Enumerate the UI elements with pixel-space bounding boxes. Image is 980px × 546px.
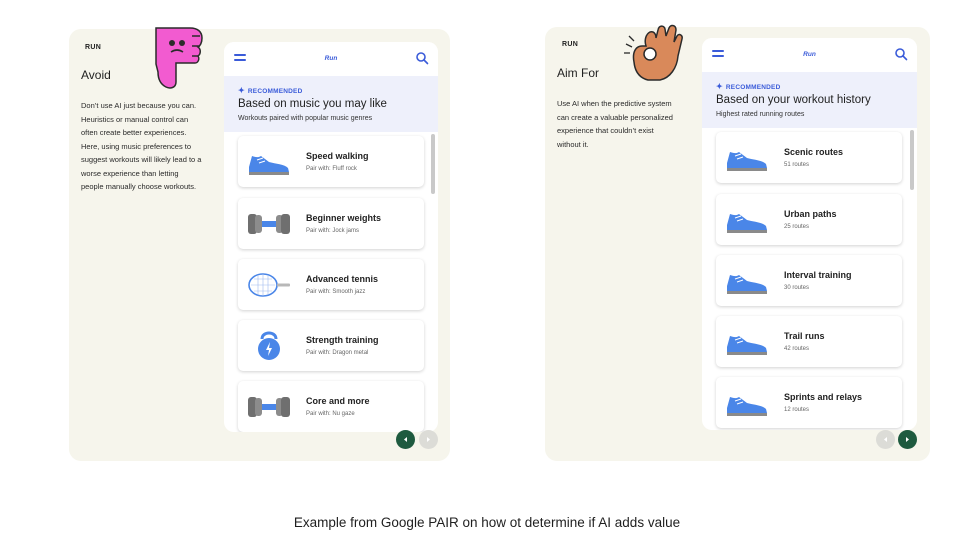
recommended-label: ✦ RECOMMENDED xyxy=(238,86,302,95)
thumbs-down-sticker-icon xyxy=(140,18,210,89)
shoe-icon xyxy=(727,336,767,355)
description-line: Heuristics or manual control can xyxy=(81,114,189,124)
dumbbell-icon xyxy=(248,397,290,417)
card-description: Use AI when the predictive system can cr… xyxy=(557,97,697,151)
item-subtitle: 25 routes xyxy=(784,224,810,230)
item-name: Trail runs xyxy=(784,331,825,341)
recommended-text: RECOMMENDED xyxy=(725,84,781,91)
card-description: Don’t use AI just because you can. Heuri… xyxy=(81,99,221,194)
item-subtitle: Pair with: Nu gaze xyxy=(306,411,355,417)
shoe-icon xyxy=(727,214,767,233)
description-line: can create a valuable personalized xyxy=(557,112,673,122)
card-tag: RUN xyxy=(562,41,579,48)
list-item[interactable]: Urban paths 25 routes xyxy=(716,194,902,245)
search-icon[interactable] xyxy=(415,51,429,65)
item-name: Advanced tennis xyxy=(306,274,379,284)
description-line: suggest workouts will likely lead to a xyxy=(81,155,202,164)
recommended-text: RECOMMENDED xyxy=(247,88,303,95)
app-bar: Run xyxy=(224,42,438,76)
list-item[interactable]: Core and more Pair with: Nu gaze xyxy=(238,381,424,432)
shoe-icon xyxy=(727,275,767,294)
description-line: worse experience than letting xyxy=(81,168,179,178)
item-name: Core and more xyxy=(306,396,370,406)
list-item[interactable]: Advanced tennis Pair with: Smooth jazz xyxy=(238,259,424,310)
description-line: Don’t use AI just because you can. xyxy=(81,101,197,110)
item-name: Sprints and relays xyxy=(784,392,863,402)
phone-mockup: Run ✦ RECOMMENDED Based on your workout h… xyxy=(702,38,917,430)
list-item[interactable]: Beginner weights Pair with: Jock jams xyxy=(238,198,424,249)
item-name: Interval training xyxy=(784,270,852,280)
scrollbar[interactable] xyxy=(431,134,435,194)
sparkle-icon: ✦ xyxy=(238,86,245,95)
next-page-button[interactable] xyxy=(419,430,438,449)
kettlebell-icon xyxy=(258,331,280,360)
caption: Example from Google PAIR on how ot deter… xyxy=(293,515,681,530)
recommended-label: ✦ RECOMMENDED xyxy=(716,82,780,91)
item-subtitle: 30 routes xyxy=(784,285,810,291)
scrollbar[interactable] xyxy=(910,130,914,190)
phone-mockup: Run ✦ RECOMMENDED Based on music you may … xyxy=(224,42,438,432)
recommendation-header: ✦ RECOMMENDED Based on your workout histo… xyxy=(702,72,917,128)
item-subtitle: Pair with: Dragon metal xyxy=(306,350,369,356)
list-item[interactable]: Interval training 30 routes xyxy=(716,255,902,306)
previous-page-button[interactable] xyxy=(396,430,415,449)
card-tag: RUN xyxy=(85,44,102,51)
avoid-card: RUN Avoid Don’t use AI just because you … xyxy=(69,29,450,461)
recommendation-subtitle: Highest rated running routes xyxy=(716,111,805,118)
description-line: experience that couldn’t exist xyxy=(557,126,654,135)
next-page-button[interactable] xyxy=(898,430,917,449)
description-line: people manually choose workouts. xyxy=(81,182,197,191)
aim-for-card: RUN Aim For Use AI when the predictive s… xyxy=(545,27,930,461)
chevron-right-icon xyxy=(427,437,430,442)
recommendation-title: Based on your workout history xyxy=(716,94,871,106)
shoe-icon xyxy=(249,156,289,175)
item-subtitle: Pair with: Jock jams xyxy=(306,228,360,234)
recommendation-title: Based on music you may like xyxy=(238,98,387,110)
app-bar: Run xyxy=(702,38,917,72)
description-line: Use AI when the predictive system xyxy=(557,99,672,108)
recommendation-header: ✦ RECOMMENDED Based on music you may like… xyxy=(224,76,438,132)
shoe-icon xyxy=(727,397,767,416)
item-subtitle: Pair with: Smooth jazz xyxy=(306,289,366,295)
dumbbell-icon xyxy=(248,214,290,234)
recommendation-subtitle: Workouts paired with popular music genre… xyxy=(238,115,373,122)
item-name: Urban paths xyxy=(784,209,837,219)
item-name: Beginner weights xyxy=(306,213,382,223)
item-subtitle: 12 routes xyxy=(784,407,810,413)
tennis-racket-icon xyxy=(248,273,290,297)
app-title: Run xyxy=(324,55,338,62)
description-line: without it. xyxy=(557,139,589,149)
list-item[interactable]: Scenic routes 51 routes xyxy=(716,132,902,183)
item-subtitle: 42 routes xyxy=(784,346,810,352)
item-subtitle: 51 routes xyxy=(784,162,810,168)
item-name: Speed walking xyxy=(306,151,369,161)
list-item[interactable]: Trail runs 42 routes xyxy=(716,316,902,367)
list-item[interactable]: Strength training Pair with: Dragon meta… xyxy=(238,320,424,371)
sparkle-icon: ✦ xyxy=(716,82,723,91)
item-name: Strength training xyxy=(306,335,379,345)
previous-page-button[interactable] xyxy=(876,430,895,449)
search-icon[interactable] xyxy=(894,47,908,61)
card-heading: Avoid xyxy=(81,68,111,82)
list-item[interactable]: Speed walking Pair with: Fluff rock xyxy=(238,136,424,187)
ok-hand-sticker-icon xyxy=(624,24,683,81)
list-item[interactable]: Sprints and relays 12 routes xyxy=(716,377,902,428)
chevron-left-icon xyxy=(884,437,887,442)
chevron-right-icon xyxy=(906,437,909,442)
shoe-icon xyxy=(727,152,767,171)
chevron-left-icon xyxy=(404,437,407,442)
item-name: Scenic routes xyxy=(784,147,844,157)
item-subtitle: Pair with: Fluff rock xyxy=(306,166,357,172)
card-heading: Aim For xyxy=(557,66,599,80)
description-line: Here, using music preferences to xyxy=(81,141,192,151)
app-title: Run xyxy=(803,51,816,58)
description-line: often create better experiences. xyxy=(81,128,187,137)
